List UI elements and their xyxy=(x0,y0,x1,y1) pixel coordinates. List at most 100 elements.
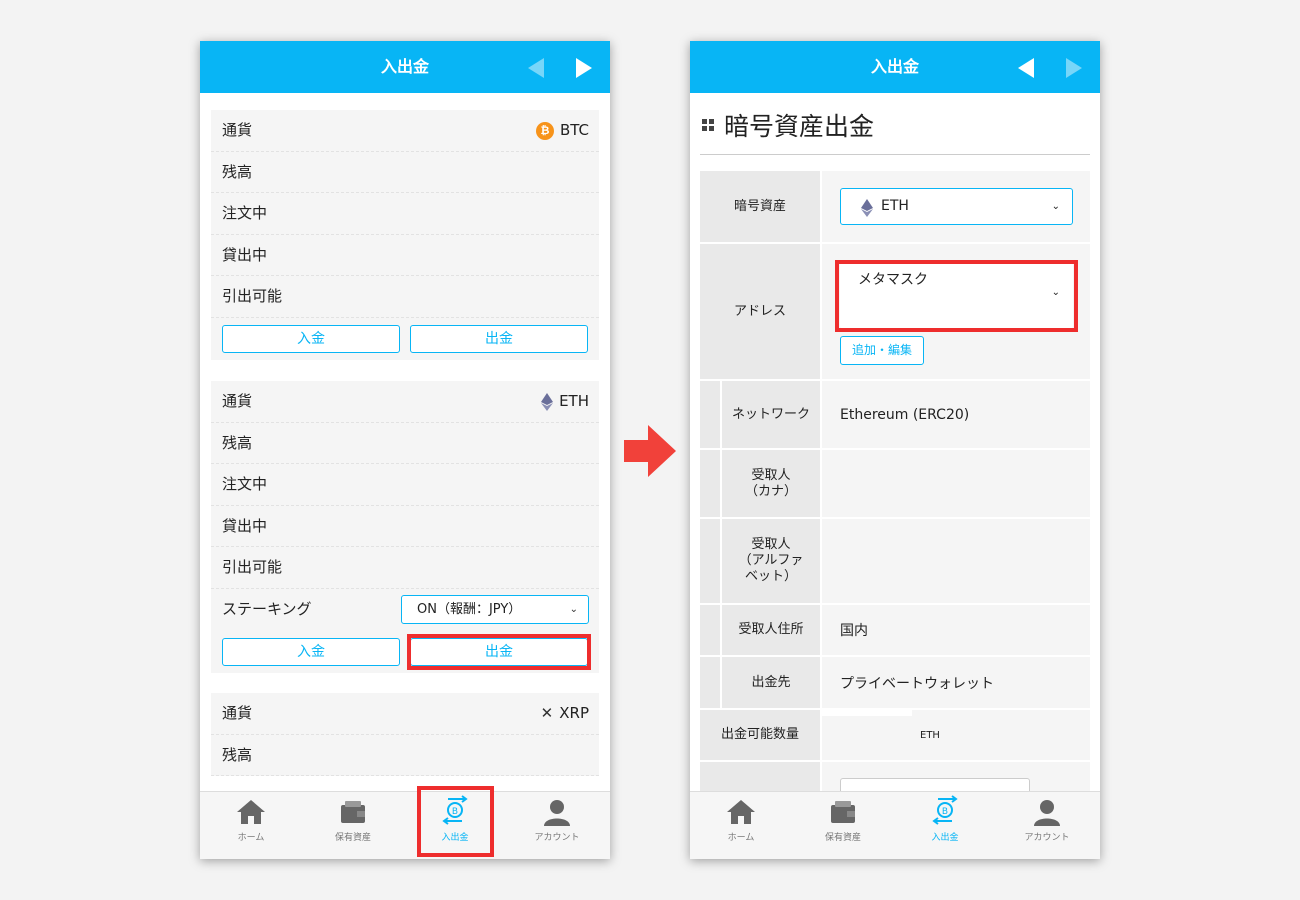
wallet-icon xyxy=(341,801,365,823)
action-row: 入金 出金 xyxy=(211,318,599,360)
staking-select[interactable]: ON（報酬：JPY） ⌄ xyxy=(401,594,589,624)
destination-row: 出金先 プライベートウォレット xyxy=(700,657,1090,710)
page-heading: 暗号資産出金 xyxy=(702,105,874,145)
currency-code: XRP xyxy=(559,704,589,722)
recipient-address-row: 受取人住所 国内 xyxy=(700,605,1090,657)
withdraw-button[interactable]: 出金 xyxy=(410,324,588,353)
network-label: ネットワーク xyxy=(722,381,820,448)
staking-label: ステーキング xyxy=(222,599,312,618)
asset-select[interactable]: ETH ⌄ xyxy=(840,188,1073,225)
destination-value-cell: プライベートウォレット xyxy=(822,657,1090,708)
grid-icon xyxy=(702,119,714,131)
balance-row: 残高 xyxy=(211,152,599,194)
indent-edge xyxy=(700,657,720,708)
currency-value: ₿ BTC xyxy=(535,110,589,151)
chevron-down-icon: ⌄ xyxy=(569,603,578,615)
indent-edge xyxy=(700,381,720,448)
nav-home[interactable]: ホーム xyxy=(690,792,792,859)
currency-label: 通貨 xyxy=(222,704,253,722)
transition-arrow-icon xyxy=(624,425,676,477)
ordering-row: 注文中 xyxy=(211,464,599,506)
nav-assets[interactable]: 保有資産 xyxy=(302,792,404,859)
nav-account[interactable]: アカウント xyxy=(996,792,1098,859)
indent-edge xyxy=(700,605,720,655)
ordering-label: 注文中 xyxy=(222,204,268,223)
balance-row: 残高 xyxy=(211,423,599,465)
wallet-icon xyxy=(831,801,855,823)
phone-screen-right: 入出金 暗号資産出金 暗号資産 ETH ⌄ アドレス メタマスク ⌄ 追加・編集… xyxy=(690,41,1100,859)
ordering-label: 注文中 xyxy=(222,475,268,494)
currency-value: ✕ XRP xyxy=(541,693,589,734)
lending-row: 貸出中 xyxy=(211,506,599,548)
header-title: 入出金 xyxy=(380,57,429,76)
indent-edge xyxy=(700,450,720,517)
bottom-nav: ホーム 保有資産 B 入出金 アカウント xyxy=(200,791,610,859)
deposit-button[interactable]: 入金 xyxy=(222,324,400,353)
phone-screen-left: 入出金 通貨 ₿ BTC 残高 注文中 貸出中 引出可能 入金 出金 通貨 ET… xyxy=(200,41,610,859)
bottom-nav: ホーム 保有資産 B 入出金 アカウント xyxy=(690,791,1100,859)
destination-label: 出金先 xyxy=(722,657,820,708)
currency-card-xrp: 通貨 ✕ XRP 残高 xyxy=(211,693,599,777)
header-bar: 入出金 xyxy=(690,41,1100,93)
chevron-down-icon: ⌄ xyxy=(1051,201,1060,212)
nav-label: 入出金 xyxy=(931,833,959,843)
next-arrow-icon[interactable] xyxy=(1066,58,1082,78)
recipient-kana-row: 受取人 （カナ） xyxy=(700,450,1090,519)
nav-account[interactable]: アカウント xyxy=(506,792,608,859)
lending-label: 貸出中 xyxy=(222,516,268,535)
highlight-nav-deposit xyxy=(417,786,494,857)
page-title: 暗号資産出金 xyxy=(724,112,875,141)
staking-row: ステーキング ON（報酬：JPY） ⌄ xyxy=(211,589,599,631)
nav-label: 保有資産 xyxy=(824,833,861,843)
recipient-kana-label: 受取人 （カナ） xyxy=(722,450,820,517)
add-edit-button[interactable]: 追加・編集 xyxy=(840,336,924,365)
address-label: アドレス xyxy=(700,244,820,379)
currency-row: 通貨 ✕ XRP xyxy=(211,693,599,735)
available-label: 出金可能数量 xyxy=(700,710,820,760)
header-title: 入出金 xyxy=(870,57,919,76)
withdrawable-label: 引出可能 xyxy=(222,287,283,306)
nav-home[interactable]: ホーム xyxy=(200,792,302,859)
withdrawable-label: 引出可能 xyxy=(222,558,283,577)
header-bar: 入出金 xyxy=(200,41,610,93)
balance-label: 残高 xyxy=(222,745,253,764)
ethereum-icon xyxy=(861,199,873,217)
asset-value-cell: ETH ⌄ xyxy=(822,171,1090,242)
withdrawable-row: 引出可能 xyxy=(211,547,599,589)
nav-label: アカウント xyxy=(1024,833,1070,843)
available-unit: ETH xyxy=(920,730,940,741)
svg-text:B: B xyxy=(942,807,948,817)
recipient-address-value-cell: 国内 xyxy=(822,605,1090,655)
balance-label: 残高 xyxy=(222,433,253,452)
divider xyxy=(700,154,1090,155)
asset-value: ETH xyxy=(881,198,909,214)
currency-card-btc: 通貨 ₿ BTC 残高 注文中 貸出中 引出可能 入金 出金 xyxy=(211,110,599,360)
network-value-cell: Ethereum (ERC20) xyxy=(822,381,1090,448)
account-icon xyxy=(544,800,570,826)
asset-label: 暗号資産 xyxy=(700,171,820,242)
xrp-icon: ✕ xyxy=(540,704,554,722)
withdrawable-row: 引出可能 xyxy=(211,276,599,318)
prev-arrow-icon[interactable] xyxy=(528,58,544,78)
recipient-alpha-value-cell xyxy=(822,519,1090,603)
currency-label: 通貨 xyxy=(222,392,253,410)
value-mask xyxy=(822,710,912,716)
nav-deposit-withdraw[interactable]: B 入出金 xyxy=(894,792,996,859)
nav-label: アカウント xyxy=(534,833,580,843)
deposit-button[interactable]: 入金 xyxy=(222,637,400,666)
recipient-address-value: 国内 xyxy=(840,623,868,639)
recipient-kana-value-cell xyxy=(822,450,1090,517)
nav-assets[interactable]: 保有資産 xyxy=(792,792,894,859)
currency-card-eth: 通貨 ETH 残高 注文中 貸出中 引出可能 ステーキング ON（報酬：JPY）… xyxy=(211,381,599,673)
currency-label: 通貨 xyxy=(222,121,253,139)
asset-row: 暗号資産 ETH ⌄ xyxy=(700,171,1090,244)
indent-edge xyxy=(700,519,720,603)
prev-arrow-icon[interactable] xyxy=(1018,58,1034,78)
next-arrow-icon[interactable] xyxy=(576,58,592,78)
staking-value: ON（報酬：JPY） xyxy=(417,601,522,617)
network-row: ネットワーク Ethereum (ERC20) xyxy=(700,381,1090,450)
ethereum-icon xyxy=(541,392,554,411)
available-row: 出金可能数量 ETH xyxy=(700,710,1090,762)
ordering-row: 注文中 xyxy=(211,193,599,235)
account-icon xyxy=(1034,800,1060,826)
